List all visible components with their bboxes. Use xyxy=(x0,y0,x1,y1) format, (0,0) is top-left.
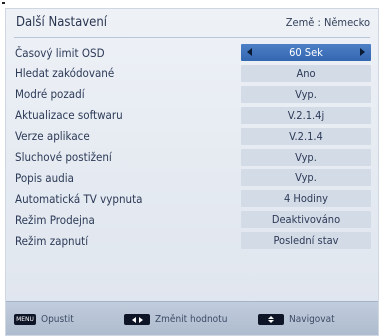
setting-row[interactable]: Sluchové postižení Vyp. xyxy=(6,148,378,167)
corner-mark xyxy=(2,2,5,4)
setting-value[interactable]: 4 Hodiny xyxy=(241,190,371,208)
setting-value-text: Vyp. xyxy=(295,87,317,101)
setting-label: Popis audia xyxy=(15,170,74,185)
setting-value-text: Vyp. xyxy=(295,171,317,185)
setting-value[interactable]: V.2.1.4j xyxy=(241,106,371,124)
setting-value[interactable]: Vyp. xyxy=(241,169,371,187)
setting-label: Režim zapnutí xyxy=(15,233,89,248)
settings-menu: Další Nastavení Země : Německo Časový li… xyxy=(5,8,379,336)
setting-label: Sluchové postižení xyxy=(15,150,112,164)
setting-value-text: Vyp. xyxy=(295,150,317,164)
setting-value-text: V.2.1.4j xyxy=(287,108,325,122)
setting-row[interactable]: Aktualizace softwaru V.2.1.4j xyxy=(6,106,378,125)
setting-value-text: Poslední stav xyxy=(273,234,339,248)
setting-value[interactable]: V.2.1.4 xyxy=(241,127,371,145)
setting-row[interactable]: Verze aplikace V.2.1.4 xyxy=(6,127,378,146)
setting-value-text: Deaktivováno xyxy=(271,213,341,227)
menu-title: Další Nastavení xyxy=(16,14,108,30)
right-arrow-icon[interactable] xyxy=(360,48,365,56)
setting-label: Automatická TV vypnuta xyxy=(15,191,143,206)
setting-row[interactable]: Modré pozadí Vyp. xyxy=(6,85,378,104)
setting-label: Modré pozadí xyxy=(15,87,85,102)
setting-row[interactable]: Automatická TV vypnuta 4 Hodiny xyxy=(6,189,378,208)
exit-label: Opustit xyxy=(41,314,74,325)
change-value-label: Změnit hodnotu xyxy=(155,314,228,325)
setting-value-text: 60 Sek xyxy=(289,46,323,59)
menu-key-icon: MENU xyxy=(14,314,36,325)
setting-row[interactable]: Popis audia Vyp. xyxy=(6,168,378,187)
setting-value[interactable]: Vyp. xyxy=(241,85,371,103)
setting-label: Časový limit OSD xyxy=(15,45,105,60)
left-right-keys-icon xyxy=(124,314,150,325)
navigate-hint[interactable]: Navigovat xyxy=(258,314,335,325)
setting-label: Aktualizace softwaru xyxy=(15,108,123,123)
setting-value[interactable]: Deaktivováno xyxy=(241,211,371,229)
setting-value[interactable]: Ano xyxy=(241,64,371,82)
setting-row[interactable]: Režim zapnutí Poslední stav xyxy=(6,231,378,250)
setting-label: Hledat zakódované xyxy=(15,66,115,81)
country-label: Země : Německo xyxy=(285,15,370,29)
left-arrow-icon[interactable] xyxy=(247,48,252,56)
navigate-label: Navigovat xyxy=(289,314,335,325)
setting-value[interactable]: Poslední stav xyxy=(241,232,371,250)
setting-value-text: V.2.1.4 xyxy=(289,129,323,143)
up-down-keys-icon xyxy=(258,314,284,325)
setting-value[interactable]: Vyp. xyxy=(241,148,371,166)
setting-label: Režim Prodejna xyxy=(15,212,95,227)
setting-value[interactable]: 60 Sek xyxy=(241,44,371,61)
footer-hints: MENU Opustit Změnit hodnotu Navigovat xyxy=(6,301,378,335)
change-value-hint[interactable]: Změnit hodnotu xyxy=(124,314,227,325)
setting-row[interactable]: Hledat zakódované Ano xyxy=(6,64,378,83)
setting-value-text: 4 Hodiny xyxy=(283,192,329,206)
menu-header: Další Nastavení Země : Německo xyxy=(6,9,378,35)
setting-row[interactable]: Režim Prodejna Deaktivováno xyxy=(6,210,378,229)
exit-hint[interactable]: MENU Opustit xyxy=(14,314,74,325)
setting-value-text: Ano xyxy=(296,66,316,80)
setting-label: Verze aplikace xyxy=(15,129,90,144)
setting-row[interactable]: Časový limit OSD 60 Sek xyxy=(6,43,378,62)
header-divider xyxy=(14,37,370,38)
